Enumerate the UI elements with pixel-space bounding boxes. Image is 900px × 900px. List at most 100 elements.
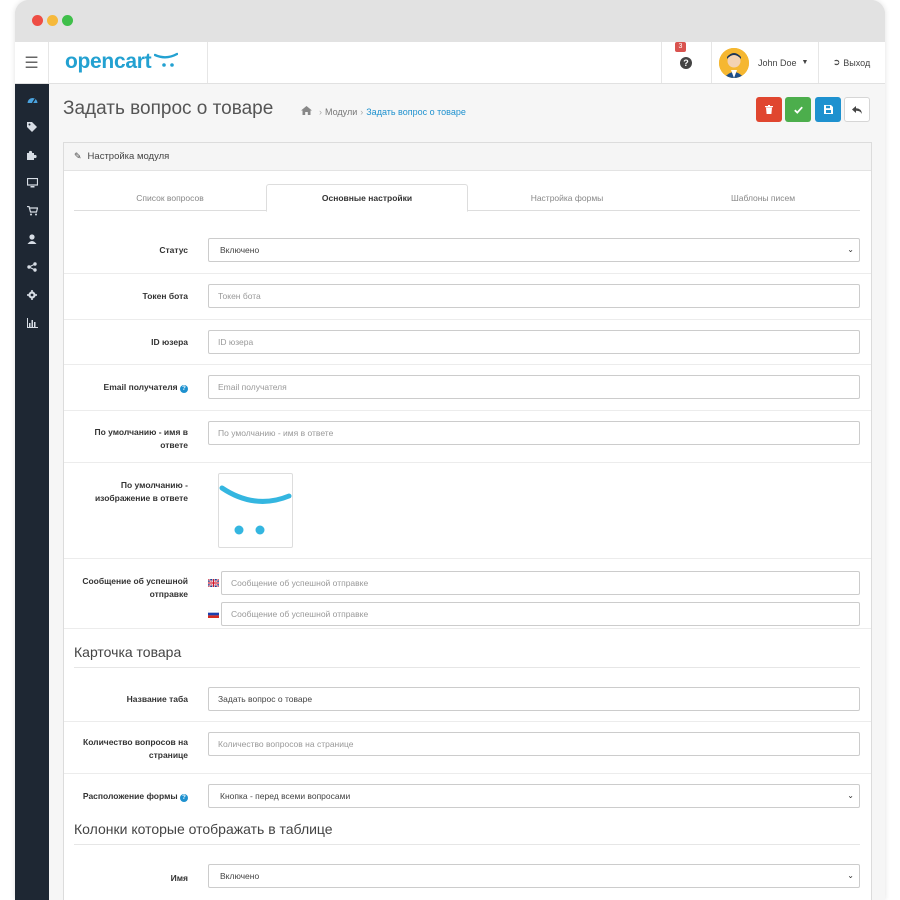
status-row: Статус Включено ⌄: [64, 228, 871, 274]
floppy-icon: [823, 105, 833, 114]
form-position-row: Расположение формы ? Кнопка - перед всем…: [64, 774, 871, 816]
panel-heading: ✎ Настройка модуля: [64, 143, 871, 171]
logout-link[interactable]: ➲ Выход: [818, 42, 885, 83]
chevron-down-icon: ⌄: [847, 245, 854, 254]
default-image-row: По умолчанию - изображение в ответе: [64, 463, 871, 559]
tag-icon[interactable]: [15, 114, 49, 140]
breadcrumb: › Модули › Задать вопрос о товаре: [301, 106, 466, 118]
main-content: Задать вопрос о товаре › Модули › Задать…: [49, 84, 885, 900]
share-icon[interactable]: [15, 254, 49, 280]
opencart-cart-image: [219, 485, 292, 535]
form-position-value: Кнопка - перед всеми вопросами: [220, 791, 351, 801]
status-select[interactable]: Включено ⌄: [208, 238, 860, 262]
page-title: Задать вопрос о товаре: [63, 98, 274, 119]
minimize-window-dot[interactable]: [47, 15, 58, 26]
menu-toggle-icon[interactable]: ☰: [15, 42, 49, 83]
bot-token-label: Токен бота: [142, 291, 188, 301]
question-circle-icon: ?: [680, 57, 692, 69]
header-divider: [207, 42, 208, 83]
panel-heading-text: Настройка модуля: [87, 151, 170, 162]
notification-badge: 3: [675, 42, 686, 52]
bar-chart-icon[interactable]: [15, 310, 49, 336]
help-button[interactable]: 3 ?: [661, 42, 711, 83]
email-label: Email получателя ?: [68, 381, 188, 394]
module-settings-panel: ✎ Настройка модуля Список вопросов Основ…: [63, 142, 872, 900]
tab-name-input[interactable]: Задать вопрос о товаре: [208, 687, 860, 711]
avatar-image: [719, 47, 749, 78]
maximize-window-dot[interactable]: [62, 15, 73, 26]
chevron-down-icon: ⌄: [847, 871, 854, 880]
default-image-thumb[interactable]: [218, 473, 293, 548]
settings-tabs: Список вопросов Основные настройки Настр…: [74, 184, 860, 212]
form-position-label: Расположение формы ?: [68, 790, 188, 803]
apply-button[interactable]: [785, 97, 811, 122]
per-page-input[interactable]: Количество вопросов на странице: [208, 732, 860, 756]
user-menu[interactable]: John Doe ▼: [712, 42, 817, 83]
user-id-input[interactable]: ID юзера: [208, 330, 860, 354]
breadcrumb-separator: ›: [319, 107, 322, 117]
breadcrumb-modules[interactable]: Модули: [325, 107, 357, 117]
success-message-en-input[interactable]: Сообщение об успешной отправке: [221, 571, 860, 595]
gear-icon[interactable]: [15, 282, 49, 308]
tab-form-settings[interactable]: Настройка формы: [468, 184, 666, 211]
default-name-row: По умолчанию - имя в ответе По умолчанию…: [64, 411, 871, 463]
chevron-down-icon: ⌄: [847, 791, 854, 800]
email-input[interactable]: Email получателя: [208, 375, 860, 399]
success-message-label: Сообщение об успешной отправке: [82, 576, 188, 599]
back-button[interactable]: [844, 97, 870, 122]
status-label: Статус: [159, 245, 188, 255]
user-icon[interactable]: [15, 226, 49, 252]
email-row: Email получателя ? Email получателя: [64, 365, 871, 411]
default-name-input[interactable]: По умолчанию - имя в ответе: [208, 421, 860, 445]
success-message-row: Сообщение об успешной отправке Сообщение…: [64, 559, 871, 629]
pencil-icon: ✎: [74, 151, 82, 161]
save-button[interactable]: [815, 97, 841, 122]
default-image-label: По умолчанию - изображение в ответе: [94, 480, 188, 503]
sign-out-icon: ➲: [832, 57, 841, 67]
trash-icon: [765, 105, 773, 114]
uk-flag-icon: [208, 579, 219, 587]
desktop-icon[interactable]: [15, 170, 49, 196]
form-position-select[interactable]: Кнопка - перед всеми вопросами ⌄: [208, 784, 860, 808]
user-id-row: ID юзера ID юзера: [64, 320, 871, 365]
home-icon[interactable]: [301, 106, 312, 118]
bot-token-row: Токен бота Токен бота: [64, 274, 871, 320]
user-id-label: ID юзера: [151, 337, 188, 347]
ru-flag-icon: [208, 610, 219, 618]
opencart-logo[interactable]: opencart: [65, 50, 179, 74]
tab-questions-list[interactable]: Список вопросов: [74, 184, 266, 211]
sidebar: [15, 84, 49, 900]
check-icon: [793, 106, 803, 114]
column-name-label: Имя: [170, 873, 188, 883]
tab-email-templates[interactable]: Шаблоны писем: [666, 184, 860, 211]
close-window-dot[interactable]: [32, 15, 43, 26]
puzzle-icon[interactable]: [15, 142, 49, 168]
columns-section-title: Колонки которые отображать в таблице: [74, 821, 860, 845]
product-card-section-title: Карточка товара: [74, 644, 860, 668]
question-circle-icon[interactable]: ?: [180, 385, 188, 393]
per-page-row: Количество вопросов на странице Количест…: [64, 722, 871, 774]
default-name-label: По умолчанию - имя в ответе: [94, 427, 188, 450]
form-position-label-text: Расположение формы: [82, 791, 178, 801]
breadcrumb-current[interactable]: Задать вопрос о товаре: [366, 107, 466, 117]
delete-button[interactable]: [756, 97, 782, 122]
status-value: Включено: [220, 245, 260, 255]
question-circle-icon[interactable]: ?: [180, 794, 188, 802]
reply-icon: [852, 105, 862, 114]
avatar: [719, 47, 749, 78]
logo-text: opencart: [65, 50, 152, 73]
tab-main-settings[interactable]: Основные настройки: [266, 184, 468, 212]
success-message-ru-input[interactable]: Сообщение об успешной отправке: [221, 602, 860, 626]
admin-app: ☰ opencart 3 ? John Doe ▼ ➲ Выход Задать…: [15, 42, 885, 900]
bot-token-input[interactable]: Токен бота: [208, 284, 860, 308]
email-label-text: Email получателя: [103, 382, 178, 392]
shopping-cart-icon[interactable]: [15, 198, 49, 224]
per-page-label: Количество вопросов на странице: [83, 737, 188, 760]
tab-name-row: Название таба Задать вопрос о товаре: [64, 676, 871, 722]
browser-window: ☰ opencart 3 ? John Doe ▼ ➲ Выход Задать…: [15, 0, 885, 900]
logout-label: Выход: [843, 57, 871, 68]
column-name-select[interactable]: Включено ⌄: [208, 864, 860, 888]
dashboard-icon[interactable]: [15, 86, 49, 112]
top-header: ☰ opencart 3 ? John Doe ▼ ➲ Выход: [15, 42, 885, 84]
caret-down-icon: ▼: [801, 59, 809, 66]
